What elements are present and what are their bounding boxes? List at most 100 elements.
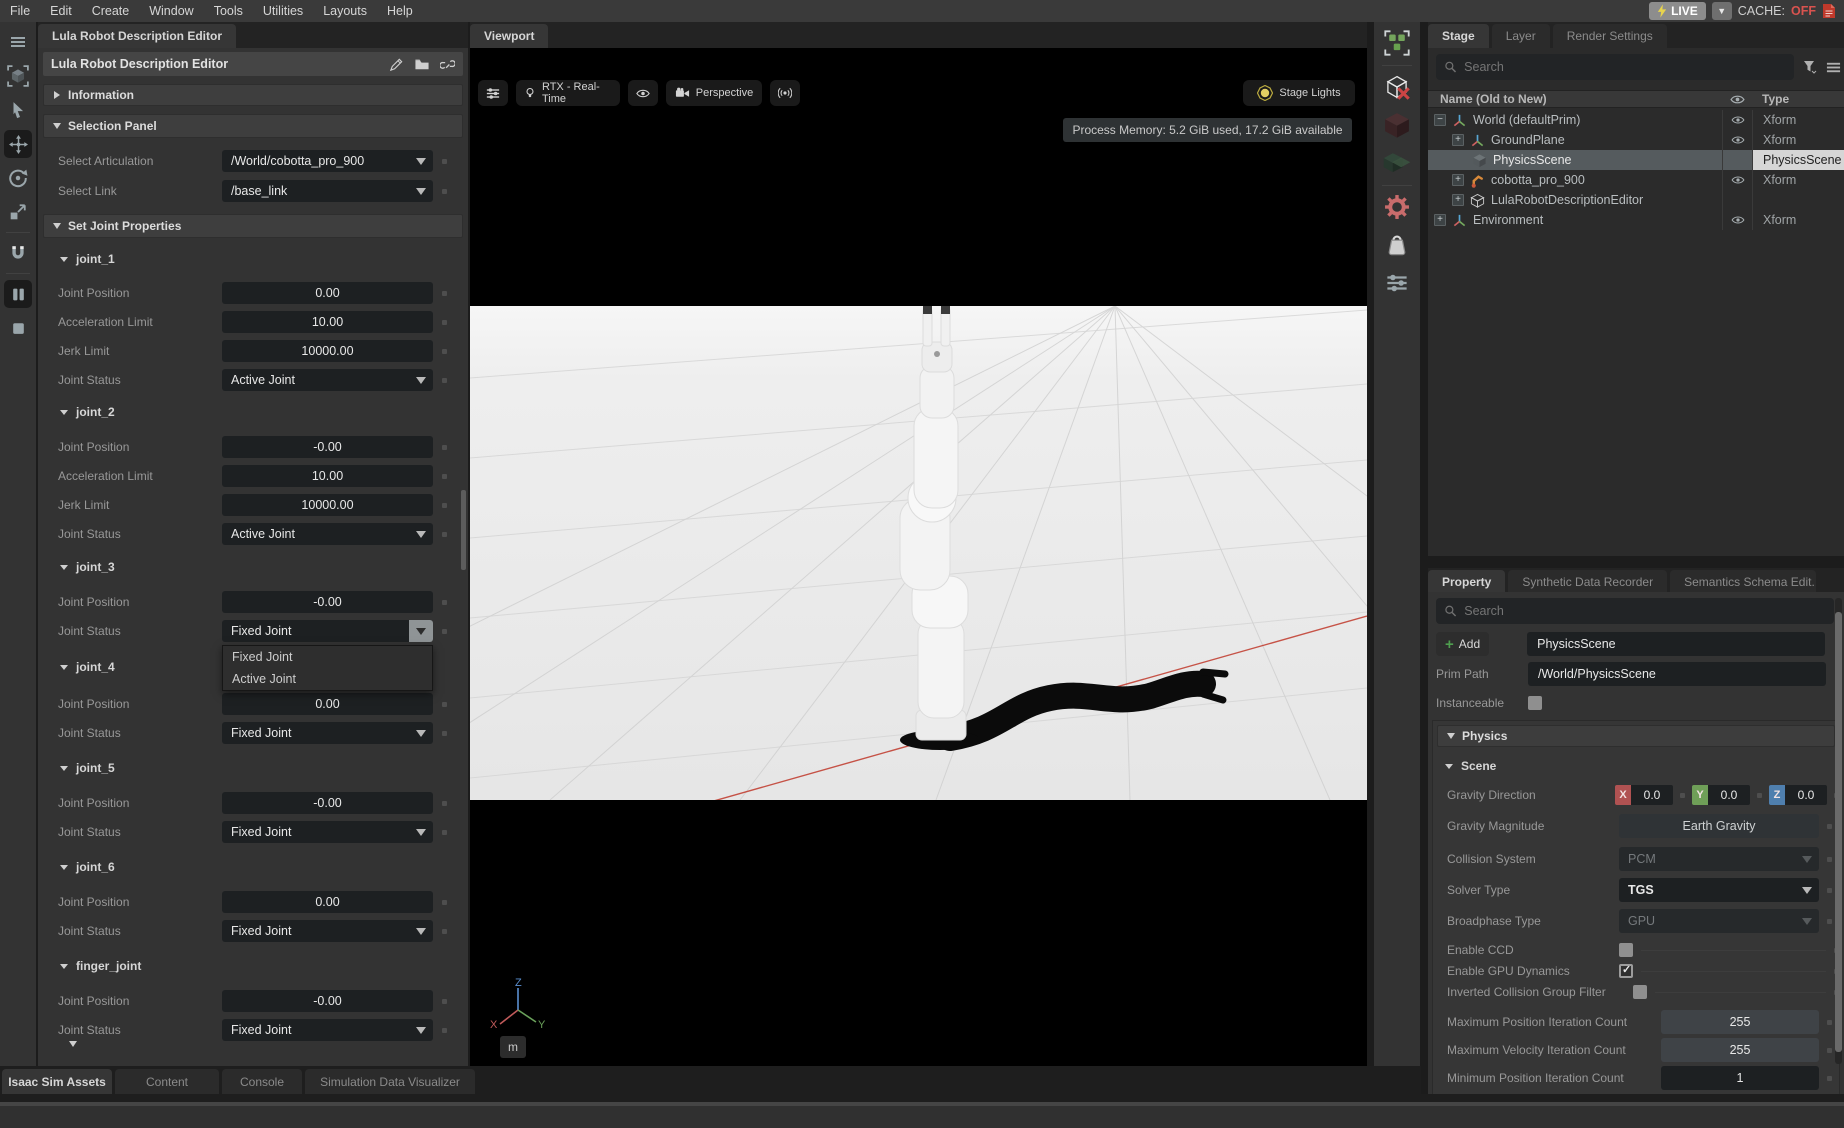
property-search-box[interactable] <box>1436 598 1834 624</box>
physics-section-header[interactable]: Physics <box>1437 725 1835 747</box>
column-type[interactable]: Type <box>1752 92 1789 106</box>
joint-position-field[interactable]: -0.00 <box>222 990 433 1012</box>
left-panel-scrollbar[interactable] <box>461 490 466 570</box>
open-folder-icon[interactable] <box>414 57 430 72</box>
tab-render-settings[interactable]: Render Settings <box>1553 24 1667 48</box>
tab-semantics-schema-editor[interactable]: Semantics Schema Edit... <box>1670 570 1816 594</box>
joint-status-dropdown-open[interactable]: Fixed Joint <box>222 620 433 642</box>
joint-status-dropdown[interactable]: Active Joint <box>222 369 433 391</box>
acceleration-limit-field[interactable]: 10.00 <box>222 465 433 487</box>
joint-position-field[interactable]: -0.00 <box>222 436 433 458</box>
collider-solid-icon[interactable] <box>1380 108 1414 142</box>
section-set-joint-properties[interactable]: Set Joint Properties <box>43 214 463 238</box>
tab-synthetic-data-recorder[interactable]: Synthetic Data Recorder <box>1508 570 1667 594</box>
stage-row-lula-editor[interactable]: + LulaRobotDescriptionEditor <box>1428 190 1844 210</box>
tab-console[interactable]: Console <box>222 1069 302 1094</box>
select-link-dropdown[interactable]: /base_link <box>222 180 433 202</box>
gravity-y-field[interactable]: 0.0 <box>1708 785 1750 805</box>
default-indicator-dot[interactable] <box>442 929 447 934</box>
scene-subsection-header[interactable]: Scene <box>1433 757 1839 775</box>
tab-property[interactable]: Property <box>1428 570 1505 594</box>
default-indicator-dot[interactable] <box>442 830 447 835</box>
joint-status-dropdown[interactable]: Fixed Joint <box>222 920 433 942</box>
max-velocity-iteration-field[interactable]: 255 <box>1661 1038 1819 1062</box>
viewport-3d-canvas[interactable]: RTX - Real-Time Perspective Stage Lights… <box>470 48 1367 1066</box>
stage-lights-button[interactable]: Stage Lights <box>1243 80 1355 106</box>
collider-mesh-icon[interactable] <box>1380 146 1414 180</box>
menu-tools[interactable]: Tools <box>214 4 243 18</box>
joint-position-field[interactable]: -0.00 <box>222 591 433 613</box>
stage-row-world[interactable]: − World (defaultPrim) Xform <box>1428 110 1844 130</box>
prim-path-field[interactable]: /World/PhysicsScene <box>1528 662 1826 686</box>
expand-icon[interactable]: + <box>1452 174 1464 186</box>
menu-create[interactable]: Create <box>92 4 130 18</box>
default-indicator-dot[interactable] <box>442 999 447 1004</box>
option-active-joint[interactable]: Active Joint <box>223 668 432 690</box>
stage-row-environment[interactable]: + Environment Xform <box>1428 210 1844 230</box>
default-indicator-dot[interactable] <box>442 189 447 194</box>
collapse-icon[interactable]: − <box>1434 114 1446 126</box>
enable-ccd-checkbox[interactable] <box>1619 943 1633 957</box>
camera-button[interactable]: Perspective <box>666 80 762 106</box>
tab-stage[interactable]: Stage <box>1428 24 1489 48</box>
menu-edit[interactable]: Edit <box>50 4 72 18</box>
default-indicator-dot[interactable] <box>442 503 447 508</box>
stage-row-physicsscene[interactable]: PhysicsScene PhysicsScene <box>1428 150 1844 170</box>
default-indicator-dot[interactable] <box>1827 824 1832 829</box>
move-tool-icon[interactable] <box>4 130 32 158</box>
default-indicator-dot[interactable] <box>1827 857 1832 862</box>
default-indicator-dot[interactable] <box>442 159 447 164</box>
default-indicator-dot[interactable] <box>442 378 447 383</box>
menu-window[interactable]: Window <box>149 4 193 18</box>
filter-funnel-icon[interactable] <box>1803 60 1817 74</box>
snap-tool-icon[interactable] <box>4 239 32 267</box>
options-menu-icon[interactable] <box>1826 60 1841 75</box>
visibility-eye-icon[interactable] <box>1722 110 1752 130</box>
tab-layer[interactable]: Layer <box>1492 24 1550 48</box>
default-indicator-dot[interactable] <box>442 445 447 450</box>
simulation-settings-icon[interactable] <box>1380 266 1414 300</box>
gravity-z-field[interactable]: 0.0 <box>1785 785 1827 805</box>
property-scr ollbar-thumb[interactable] <box>1835 612 1842 1052</box>
broadcast-button[interactable] <box>770 80 800 106</box>
toolbar-menu-icon[interactable] <box>4 28 32 56</box>
edit-icon[interactable] <box>389 57 404 72</box>
default-indicator-dot[interactable] <box>442 291 447 296</box>
default-indicator-dot[interactable] <box>442 801 447 806</box>
live-sync-button[interactable]: LIVE <box>1649 2 1706 20</box>
select-articulation-dropdown[interactable]: /World/cobotta_pro_900 <box>222 150 433 172</box>
default-indicator-dot[interactable] <box>442 600 447 605</box>
visibility-eye-icon[interactable] <box>1722 130 1752 150</box>
default-indicator-dot[interactable] <box>1680 793 1685 798</box>
joint-status-dropdown[interactable]: Fixed Joint <box>222 722 433 744</box>
joint-position-field[interactable]: 0.00 <box>222 891 433 913</box>
joint-header[interactable]: joint_2 <box>38 403 468 421</box>
default-indicator-dot[interactable] <box>442 1028 447 1033</box>
select-prims-icon[interactable] <box>1380 26 1414 60</box>
menu-file[interactable]: File <box>10 4 30 18</box>
scale-tool-icon[interactable] <box>4 198 32 226</box>
stage-search-input[interactable] <box>1464 60 1786 74</box>
expand-icon[interactable]: + <box>1452 194 1464 206</box>
jerk-limit-field[interactable]: 10000.00 <box>222 340 433 362</box>
default-indicator-dot[interactable] <box>442 702 447 707</box>
instanceable-checkbox[interactable] <box>1528 696 1542 710</box>
add-button[interactable]: + Add <box>1436 632 1489 656</box>
default-indicator-dot[interactable] <box>1827 1076 1832 1081</box>
tab-lula-robot-description-editor[interactable]: Lula Robot Description Editor <box>38 24 236 48</box>
default-indicator-dot[interactable] <box>1827 888 1832 893</box>
joint-position-field[interactable]: -0.00 <box>222 792 433 814</box>
joint-position-field[interactable]: 0.00 <box>222 693 433 715</box>
default-indicator-dot[interactable] <box>442 629 447 634</box>
inverted-collision-group-filter-checkbox[interactable] <box>1633 985 1647 999</box>
default-indicator-dot[interactable] <box>1827 1048 1832 1053</box>
menu-layouts[interactable]: Layouts <box>323 4 367 18</box>
live-dropdown-button[interactable]: ▼ <box>1712 2 1732 20</box>
default-indicator-dot[interactable] <box>442 320 447 325</box>
link-icon[interactable] <box>440 57 455 72</box>
property-search-input[interactable] <box>1464 604 1826 618</box>
tab-isaac-sim-assets[interactable]: Isaac Sim Assets <box>2 1069 112 1094</box>
option-fixed-joint[interactable]: Fixed Joint <box>223 646 432 668</box>
default-indicator-dot[interactable] <box>442 474 447 479</box>
stage-search-box[interactable] <box>1436 54 1794 80</box>
